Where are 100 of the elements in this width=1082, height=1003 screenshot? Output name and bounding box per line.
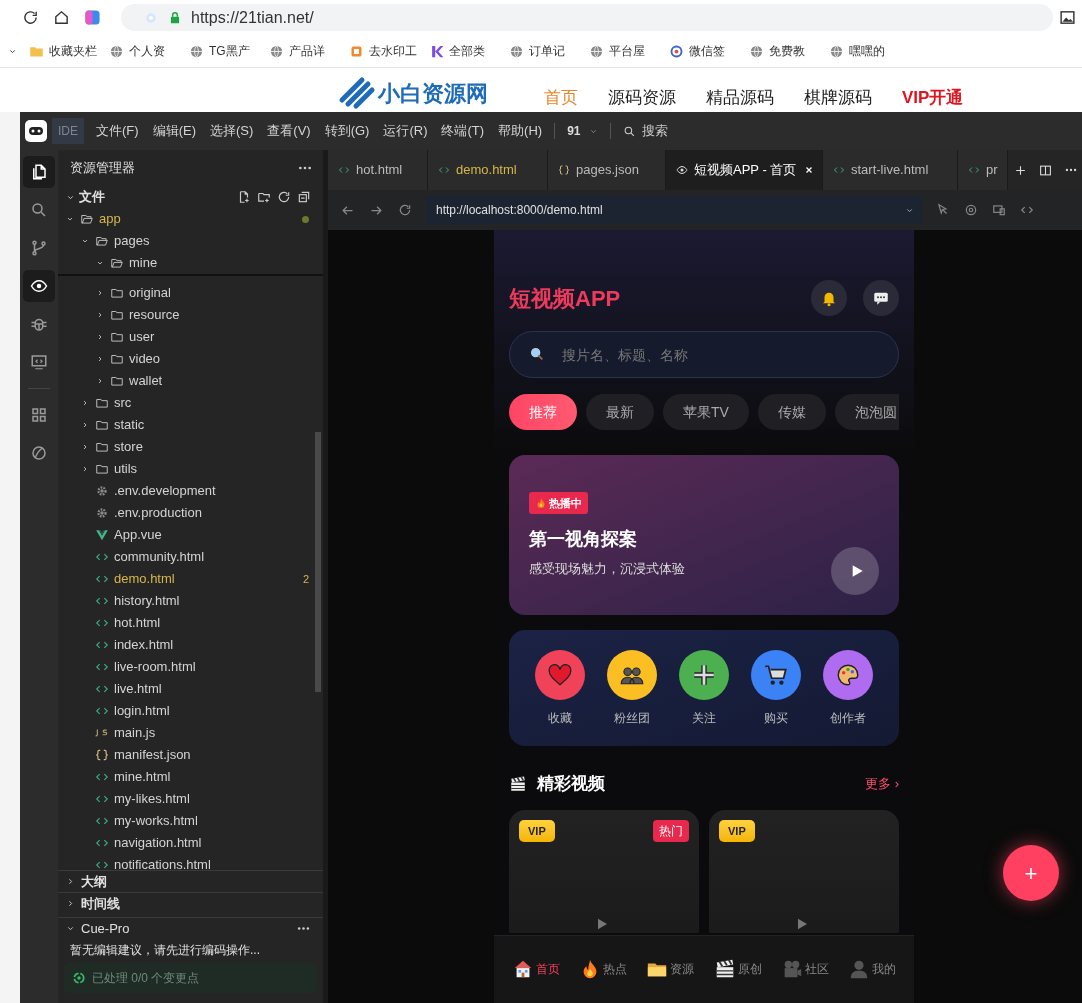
tree-item[interactable]: mine.html	[58, 766, 323, 788]
bookmark-link[interactable]: 收藏夹栏	[49, 42, 97, 60]
panel-header[interactable]: 时间线	[58, 892, 323, 914]
video-card[interactable]: VIP	[709, 810, 899, 933]
tree-item[interactable]: .env.production	[58, 502, 323, 524]
tree-item[interactable]: my-likes.html	[58, 788, 323, 810]
tree-item[interactable]: resource	[58, 304, 323, 326]
close-icon[interactable]	[804, 165, 815, 175]
editor-tab[interactable]: hot.html	[328, 150, 428, 190]
activity-button[interactable]	[23, 156, 55, 188]
action-button[interactable]	[679, 649, 729, 700]
bookmark-link[interactable]: 全部类	[449, 42, 485, 60]
tree-item[interactable]: main.js	[58, 722, 323, 744]
tree-item[interactable]: original	[58, 282, 323, 304]
search-box[interactable]: 搜索	[622, 121, 668, 141]
bookmark-link[interactable]: 个人资	[129, 42, 165, 60]
add-icon[interactable]	[1014, 163, 1027, 177]
nav-link[interactable]: VIP开通	[902, 84, 964, 110]
nav-item[interactable]: 热点	[579, 956, 627, 981]
home-icon[interactable]	[53, 9, 70, 26]
workspace-dropdown[interactable]: 91	[567, 122, 598, 140]
reload-icon[interactable]	[22, 9, 39, 26]
nav-link[interactable]: 精品源码	[706, 84, 774, 110]
menu-item[interactable]: 编辑(E)	[152, 121, 196, 141]
target-icon[interactable]	[964, 203, 978, 217]
image-icon[interactable]	[1059, 9, 1076, 26]
tree-item[interactable]: video	[58, 348, 323, 370]
tree-item[interactable]: .env.development	[58, 480, 323, 502]
tree-item[interactable]: utils	[58, 458, 323, 480]
nav-link[interactable]: 源码资源	[608, 84, 676, 110]
category-chip[interactable]: 最新	[586, 394, 654, 430]
url-field[interactable]: http://localhost:8000/demo.html	[426, 196, 922, 224]
notification-button[interactable]	[811, 280, 847, 316]
bookmark-link[interactable]: 免费教	[769, 42, 805, 60]
panel-header[interactable]: Cue-Pro	[58, 917, 323, 939]
refresh-icon[interactable]	[277, 190, 291, 204]
menu-item[interactable]: 查看(V)	[267, 121, 311, 141]
editor-tab[interactable]: start-live.html	[823, 150, 958, 190]
editor-tab[interactable]: 短视频APP - 首页	[666, 150, 823, 190]
nav-item[interactable]: 社区	[780, 956, 829, 981]
tree-item[interactable]: navigation.html	[58, 832, 323, 854]
tree-item[interactable]: index.html	[58, 634, 323, 656]
activity-button[interactable]	[23, 270, 55, 302]
bookmark-link[interactable]: 订单记	[529, 42, 565, 60]
nav-link[interactable]: 棋牌源码	[804, 84, 872, 110]
tree-item[interactable]: mine	[58, 252, 323, 274]
video-card[interactable]: VIP 热门	[509, 810, 699, 933]
nav-item[interactable]: 首页	[511, 956, 560, 981]
collapse-icon[interactable]	[297, 190, 311, 204]
new-file-icon[interactable]	[237, 190, 251, 204]
device-icon[interactable]	[992, 203, 1006, 217]
address-bar[interactable]: https://21tian.net/	[121, 4, 1053, 31]
tree-item[interactable]: demo.html 2	[58, 568, 323, 590]
site-logo-text[interactable]: 小白资源网	[378, 77, 488, 110]
bookmark-link[interactable]: 产品详	[289, 42, 325, 60]
category-chip[interactable]: 苹果TV	[663, 394, 749, 430]
nav-item[interactable]: 资源	[646, 956, 695, 981]
bookmark-link[interactable]: 微信签	[689, 42, 725, 60]
search-field[interactable]: 搜片名、标题、名称	[509, 331, 899, 378]
tree-item[interactable]: store	[58, 436, 323, 458]
tree-item[interactable]: static	[58, 414, 323, 436]
editor-tab[interactable]: demo.html	[428, 150, 548, 190]
tree-item[interactable]: live.html	[58, 678, 323, 700]
message-button[interactable]	[863, 280, 899, 316]
more-link[interactable]: 更多 ›	[865, 774, 899, 794]
category-chip[interactable]: 传媒	[757, 394, 826, 430]
editor-tab[interactable]: pr	[958, 150, 1008, 190]
menu-item[interactable]: 终端(T)	[441, 121, 485, 141]
menu-item[interactable]: 转到(G)	[324, 121, 370, 141]
bookmark-link[interactable]: 嘿嘿的	[849, 42, 885, 60]
tree-item[interactable]: wallet	[58, 370, 323, 392]
tree-item[interactable]: hot.html	[58, 612, 323, 634]
new-folder-icon[interactable]	[257, 190, 271, 204]
tree-item[interactable]: manifest.json	[58, 744, 323, 766]
menu-item[interactable]: 文件(F)	[96, 121, 139, 141]
menu-item[interactable]: 帮助(H)	[498, 121, 543, 141]
bookmark-link[interactable]: 平台屋	[609, 42, 645, 60]
action-button[interactable]	[823, 649, 873, 700]
nav-item[interactable]: 我的	[848, 956, 897, 981]
app-icon[interactable]	[84, 9, 101, 26]
tree-item[interactable]: community.html	[58, 546, 323, 568]
cursor-icon[interactable]	[936, 203, 950, 217]
tree-item[interactable]: live-room.html	[58, 656, 323, 678]
menu-item[interactable]: 选择(S)	[209, 121, 254, 141]
menu-item[interactable]: 运行(R)	[383, 121, 428, 141]
nav-item[interactable]: 原创	[713, 956, 762, 981]
editor-tab[interactable]: pages.json	[548, 150, 666, 190]
tree-item[interactable]: history.html	[58, 590, 323, 612]
tree-item[interactable]: user	[58, 326, 323, 348]
tree-item[interactable]: pages	[58, 230, 323, 252]
bookmark-link[interactable]: TG黑产	[209, 42, 250, 60]
tree-item[interactable]: login.html	[58, 700, 323, 722]
scrollbar-thumb[interactable]	[315, 432, 321, 692]
tree-item[interactable]: app	[58, 208, 323, 230]
action-button[interactable]	[751, 649, 801, 700]
tree-item[interactable]: my-works.html	[58, 810, 323, 832]
action-button[interactable]	[607, 649, 657, 700]
bookmark-link[interactable]: 去水印工	[369, 42, 417, 60]
tree-item[interactable]: src	[58, 392, 323, 414]
category-chip[interactable]: 泡泡圆	[834, 394, 899, 430]
